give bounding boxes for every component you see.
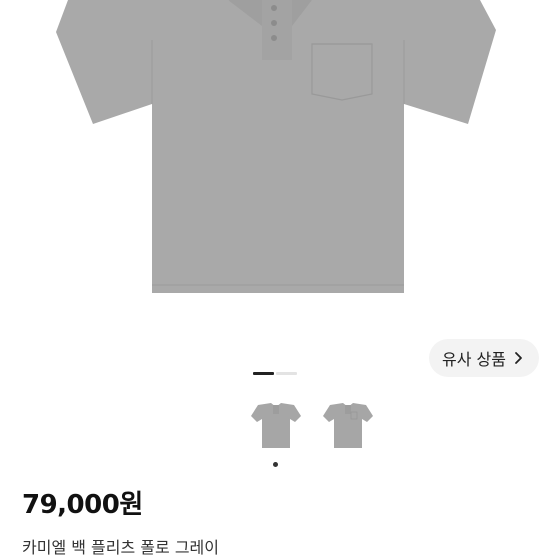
product-image[interactable] (0, 0, 552, 330)
similar-products-label: 유사 상품 (442, 350, 506, 369)
polo-shirt-thumbnail-icon (323, 403, 373, 448)
thumbnail-2[interactable] (320, 402, 376, 450)
gallery-indicator-segment (276, 372, 297, 375)
polo-shirt-thumbnail-icon (251, 403, 301, 448)
thumbnail-list (248, 402, 376, 450)
gallery-indicator (253, 372, 297, 375)
thumbnail-active-dot (273, 462, 278, 467)
chevron-right-icon (515, 352, 522, 364)
thumbnail-1[interactable] (248, 402, 304, 450)
product-title: 카미엘 백 플리츠 폴로 그레이 (22, 538, 219, 557)
gallery-indicator-segment-active (253, 372, 274, 375)
similar-products-button[interactable]: 유사 상품 (429, 339, 539, 377)
polo-shirt-image (56, 0, 496, 293)
product-price: 79,000원 (22, 490, 143, 520)
